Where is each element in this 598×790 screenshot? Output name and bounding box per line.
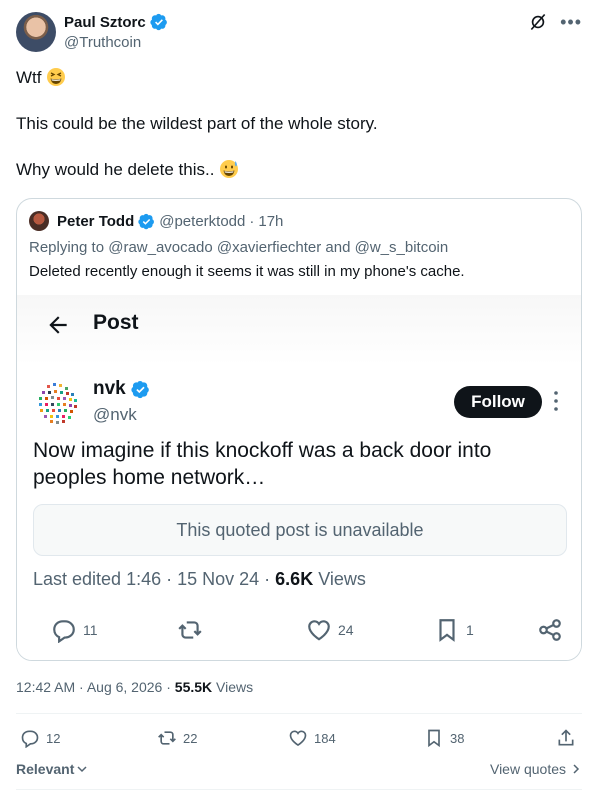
reply-icon <box>21 730 39 748</box>
follow-button: Follow <box>454 386 542 418</box>
repost-count: 22 <box>183 730 198 746</box>
reply-count: 12 <box>46 730 61 746</box>
verified-badge-icon <box>150 13 167 31</box>
like-button[interactable]: 184 <box>288 728 336 748</box>
share-upload-icon <box>558 729 574 746</box>
image-reply-action: 11 <box>51 617 98 643</box>
heart-icon <box>289 730 307 747</box>
post-time[interactable]: 12:42 AM · Aug 6, 2026 · <box>16 679 171 695</box>
quoted-reply-context: Replying to @raw_avocado @xavierfiechter… <box>29 239 448 256</box>
quoted-author-avatar <box>29 211 49 231</box>
author-avatar[interactable] <box>16 12 56 52</box>
header-actions: ••• <box>528 12 582 32</box>
vertical-more-icon <box>554 391 558 411</box>
chevron-right-icon <box>573 764 580 774</box>
chevron-down-icon <box>77 766 87 773</box>
more-options-icon[interactable]: ••• <box>560 12 582 32</box>
heart-icon <box>308 620 330 641</box>
quoted-author-handle: @peterktodd <box>159 212 246 230</box>
view-quotes-link[interactable]: View quotes <box>490 761 582 777</box>
nvk-views-count: 6.6K <box>275 569 314 589</box>
image-like-action: 24 <box>306 617 354 643</box>
post-header: Paul Sztorc @Truthcoin ••• <box>16 12 582 56</box>
tweet-text: Wtf This could be the wildest part of th… <box>16 66 582 204</box>
repost-icon <box>178 621 202 639</box>
quoted-post-header: Peter Todd @peterktodd · 17h <box>29 211 283 231</box>
like-count: 184 <box>314 730 336 746</box>
share-button[interactable] <box>556 728 576 748</box>
nvk-views-label: Views <box>318 569 366 589</box>
nvk-name-row: nvk <box>93 378 150 400</box>
author-name-row: Paul Sztorc <box>64 13 168 31</box>
post-timestamp: 12:42 AM · Aug 6, 2026 · 55.5K Views <box>16 679 253 695</box>
quoted-time: 17h <box>258 212 284 230</box>
quoted-post-text: Deleted recently enough it seems it was … <box>29 263 465 280</box>
bookmark-icon <box>439 619 455 642</box>
image-post-header: Post <box>17 295 581 365</box>
image-reply-count: 11 <box>83 622 98 638</box>
share-icon <box>539 619 561 641</box>
image-repost-action <box>177 617 203 643</box>
post-views-label: Views <box>216 679 254 695</box>
image-share-action <box>537 617 563 643</box>
quoted-author-name: Peter Todd <box>57 212 135 230</box>
unavailable-quote-box: This quoted post is unavailable <box>33 504 567 556</box>
bookmark-icon <box>428 729 440 748</box>
image-bookmark-count: 1 <box>466 622 474 638</box>
grok-icon[interactable] <box>528 12 548 32</box>
verified-badge-icon <box>138 213 155 229</box>
reply-prefix: Replying to <box>29 239 105 256</box>
view-quotes-label: View quotes <box>489 761 566 777</box>
nvk-handle: @nvk <box>93 405 137 424</box>
nvk-avatar <box>33 379 81 427</box>
bookmark-count: 38 <box>450 730 465 746</box>
repost-icon <box>158 731 176 745</box>
back-arrow-icon <box>49 316 67 334</box>
image-post-title: Post <box>93 311 139 334</box>
author-handle[interactable]: @Truthcoin <box>64 34 141 51</box>
quoted-post-image[interactable]: Post nvk @nvk Follow Now imagine if this… <box>17 295 581 660</box>
post-views-count: 55.5K <box>174 679 213 695</box>
grinning-sweat-emoji-icon <box>220 160 239 178</box>
reply-button[interactable]: 12 <box>20 728 60 748</box>
repost-button[interactable]: 22 <box>157 728 197 748</box>
tweet-line-3: Why would he delete this.. <box>16 160 215 179</box>
image-bookmark-action: 1 <box>434 617 474 643</box>
quoted-post[interactable]: Peter Todd @peterktodd · 17h Replying to… <box>16 198 582 661</box>
nvk-display-name: nvk <box>93 378 126 399</box>
edited-label: Last edited 1:46 · 15 Nov 24 · <box>33 569 271 589</box>
reply-icon <box>53 620 75 643</box>
verified-badge-icon <box>131 380 149 398</box>
image-like-count: 24 <box>338 622 354 638</box>
tweet-line-2: This could be the wildest part of the wh… <box>16 114 378 133</box>
image-action-bar: 11 24 1 <box>17 617 581 647</box>
nvk-post-meta: Last edited 1:46 · 15 Nov 24 · 6.6K View… <box>33 569 366 590</box>
divider <box>16 713 582 714</box>
author-display-name[interactable]: Paul Sztorc <box>64 14 146 31</box>
grinning-squinting-emoji-icon <box>47 68 66 86</box>
tweet-line-1: Wtf <box>16 68 42 87</box>
sort-replies-dropdown[interactable]: Relevant <box>16 761 88 777</box>
reply-to-handles: @raw_avocado @xavierfiechter and @w_s_bi… <box>108 239 449 256</box>
post-action-bar: 12 22 184 38 <box>16 728 582 748</box>
nvk-post-text: Now imagine if this knockoff was a back … <box>33 439 492 489</box>
quoted-separator: · <box>249 212 255 230</box>
bookmark-button[interactable]: 38 <box>424 728 464 748</box>
sort-label: Relevant <box>16 761 75 777</box>
